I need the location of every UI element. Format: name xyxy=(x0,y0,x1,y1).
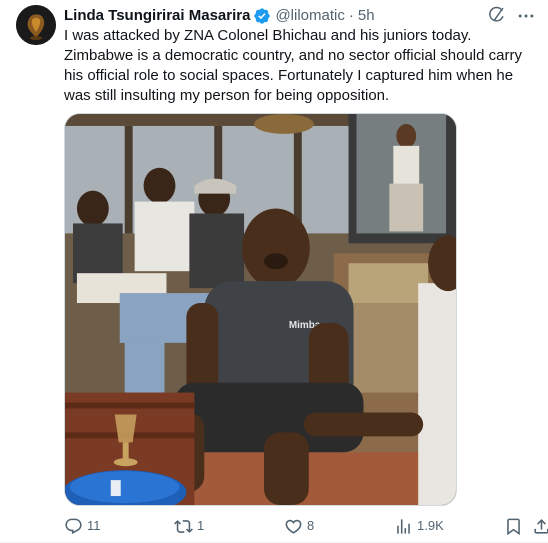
author-avatar[interactable] xyxy=(16,5,56,45)
reply-icon xyxy=(65,518,82,534)
tweet-timestamp[interactable]: 5h xyxy=(358,6,375,26)
author-handle[interactable]: @lilomatic xyxy=(275,6,344,26)
separator-dot: · xyxy=(348,7,354,24)
like-button[interactable]: 8 xyxy=(284,517,314,536)
tweet-text: I was attacked by ZNA Colonel Bhichau an… xyxy=(64,27,522,104)
tweet-actions: 11 1 8 1.9K xyxy=(64,514,548,538)
verified-badge-icon[interactable] xyxy=(253,7,271,25)
bookmark-icon xyxy=(507,518,520,535)
tweet[interactable]: Linda Tsungirirai Masarira @lilomatic · … xyxy=(0,0,548,543)
views-count: 1.9K xyxy=(417,518,444,533)
grok-icon[interactable] xyxy=(486,6,506,26)
repost-count: 1 xyxy=(197,518,205,533)
reply-count: 11 xyxy=(87,518,101,533)
author-display-name[interactable]: Linda Tsungirirai Masarira xyxy=(64,6,250,26)
bookmark-button[interactable] xyxy=(504,517,523,536)
tweet-media-photo[interactable]: Mimba xyxy=(64,113,457,506)
more-icon[interactable] xyxy=(516,6,536,26)
views-button[interactable]: 1.9K xyxy=(394,517,444,536)
tweet-top-actions xyxy=(486,6,536,26)
reply-button[interactable]: 11 xyxy=(64,517,101,536)
share-icon xyxy=(534,518,548,534)
views-icon xyxy=(397,518,410,534)
repost-icon xyxy=(174,519,193,533)
heart-icon xyxy=(285,519,302,534)
share-button[interactable] xyxy=(532,517,548,536)
like-count: 8 xyxy=(307,518,315,533)
repost-button[interactable]: 1 xyxy=(174,517,204,536)
tweet-header: Linda Tsungirirai Masarira @lilomatic · … xyxy=(64,6,375,26)
